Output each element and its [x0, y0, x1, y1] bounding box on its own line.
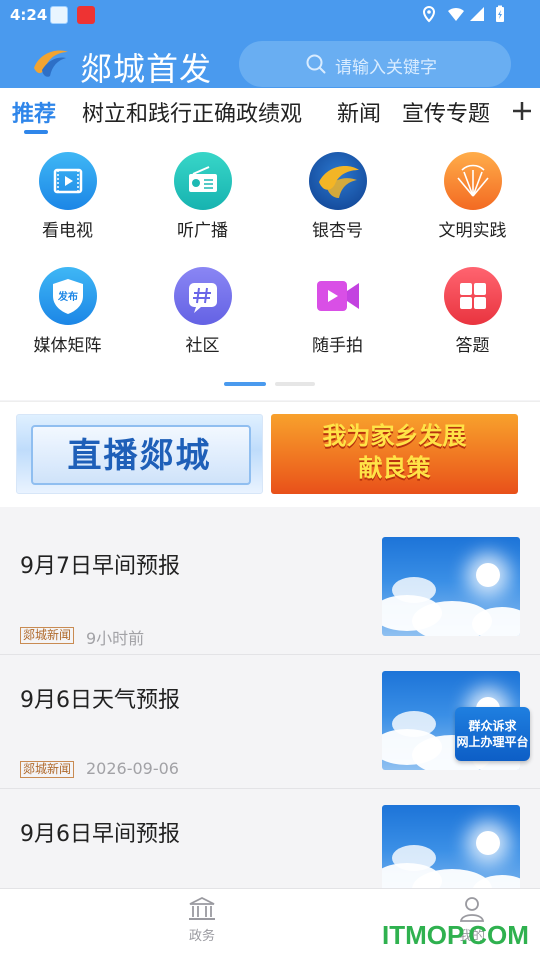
location-icon — [422, 5, 436, 23]
notification-news-icon — [77, 6, 95, 24]
news-title: 9月7日早间预报 — [20, 554, 180, 579]
banner-live-tancheng[interactable]: 直播郯城 — [16, 414, 263, 494]
news-time: 9小时前 — [86, 629, 145, 648]
quiz-grid-icon — [443, 267, 502, 325]
shortcut-snapshot[interactable]: 随手拍 — [270, 267, 405, 356]
news-item[interactable]: 9月7日早间预报 郯城新闻 9小时前 — [0, 522, 540, 655]
tv-icon — [38, 152, 97, 210]
news-time: 2026-09-06 — [86, 759, 179, 778]
shortcut-label: 答题 — [455, 336, 490, 356]
shortcut-grid: 看电视 听广播 银杏号 文明实践 发布 媒体矩阵 社区 随手拍 答题 — [0, 140, 540, 400]
news-list: 9月7日早间预报 郯城新闻 9小时前 9月6日天气预报 郯城新闻 2026-09… — [0, 522, 540, 890]
search-icon — [306, 54, 326, 74]
shortcut-label: 媒体矩阵 — [33, 336, 102, 356]
watermark-text: ITMOP.COM — [382, 920, 529, 950]
search-bar[interactable]: 请输入关键字 — [239, 41, 511, 87]
active-tab-indicator — [24, 130, 48, 134]
shortcut-community[interactable]: 社区 — [135, 267, 270, 356]
banner-suggestions[interactable]: 我为家乡发展 献良策 — [271, 414, 518, 494]
tab-political-achievement[interactable]: 树立和践行正确政绩观 — [82, 96, 302, 128]
news-source-tag: 郯城新闻 — [20, 627, 75, 644]
shortcut-label: 看电视 — [42, 221, 93, 241]
shortcut-label: 文明实践 — [438, 221, 507, 241]
app-title: 郯城首发 — [80, 50, 213, 88]
shortcut-quiz[interactable]: 答题 — [405, 267, 540, 356]
signal-icon — [470, 7, 484, 21]
radio-icon — [173, 152, 232, 210]
grid-page-indicator — [275, 382, 315, 386]
banner-right-line1: 我为家乡发展 — [322, 422, 467, 450]
app-logo-icon — [34, 50, 68, 77]
news-source-tag: 郯城新闻 — [20, 761, 75, 778]
shortcut-watch-tv[interactable]: 看电视 — [0, 152, 135, 241]
news-thumbnail — [382, 537, 520, 636]
government-icon — [189, 896, 215, 920]
shortcut-media-matrix[interactable]: 发布 媒体矩阵 — [0, 267, 135, 356]
sun-icon — [476, 831, 500, 855]
civilization-icon — [443, 152, 502, 210]
nav-government[interactable]: 政务 — [172, 895, 232, 944]
complaint-platform-float-button[interactable]: 群众诉求 网上办理平台 — [455, 707, 530, 761]
news-title: 9月6日早间预报 — [20, 822, 180, 847]
news-thumbnail — [382, 805, 520, 890]
shortcut-label: 银杏号 — [312, 221, 363, 241]
news-title: 9月6日天气预报 — [20, 688, 180, 713]
shortcut-listen-radio[interactable]: 听广播 — [135, 152, 270, 241]
tab-news[interactable]: 新闻 — [337, 96, 381, 128]
float-badge-line1: 群众诉求 — [468, 719, 517, 733]
banner-right-line2: 献良策 — [358, 454, 431, 482]
sun-icon — [476, 563, 500, 587]
banner-row: 直播郯城 我为家乡发展 献良策 — [0, 401, 540, 507]
media-shield-icon: 发布 — [38, 267, 97, 325]
news-item[interactable]: 9月6日早间预报 — [0, 790, 540, 890]
wifi-icon — [448, 7, 464, 21]
banner-left-text: 直播郯城 — [67, 436, 212, 476]
search-placeholder: 请输入关键字 — [335, 58, 437, 78]
add-tab-icon[interactable] — [510, 96, 534, 126]
status-time: 4:24 — [10, 6, 48, 24]
status-bar: 4:24 — [0, 0, 540, 30]
grid-page-indicator-active — [224, 382, 266, 386]
category-tabs: 推荐 树立和践行正确政绩观 新闻 宣传专题 — [0, 88, 540, 140]
shortcut-label: 听广播 — [177, 221, 228, 241]
media-badge-text: 发布 — [57, 290, 78, 303]
app-header: 4:24 郯城首发 请输入关键字 — [0, 0, 540, 88]
community-hash-icon — [173, 267, 232, 325]
shortcut-civilization-practice[interactable]: 文明实践 — [405, 152, 540, 241]
notification-app-icon — [50, 6, 68, 24]
tab-recommend[interactable]: 推荐 — [12, 96, 56, 128]
tab-special-topic[interactable]: 宣传专题 — [402, 96, 490, 128]
video-camera-icon — [309, 267, 367, 325]
user-icon — [459, 897, 485, 922]
battery-icon — [496, 5, 504, 22]
float-badge-line2: 网上办理平台 — [456, 735, 529, 749]
shortcut-label: 随手拍 — [312, 336, 363, 356]
shortcut-ginkgo-account[interactable]: 银杏号 — [270, 152, 405, 241]
shortcut-label: 社区 — [185, 336, 220, 356]
ginkgo-icon — [308, 152, 367, 210]
nav-label: 政务 — [188, 929, 215, 944]
